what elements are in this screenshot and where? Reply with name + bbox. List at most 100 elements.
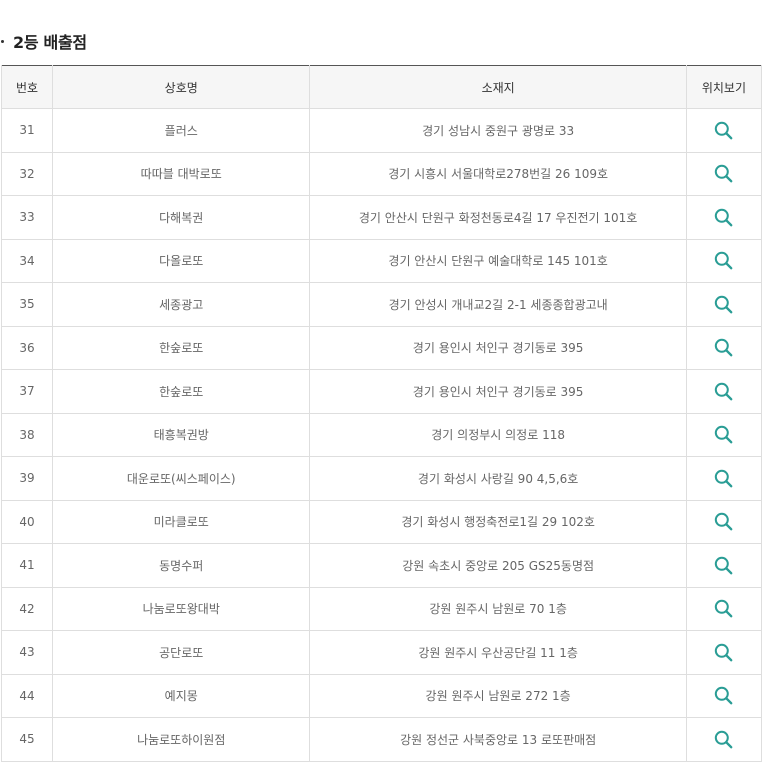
row-store-name: 한숲로또 bbox=[52, 325, 311, 370]
row-number: 36 bbox=[0, 325, 54, 370]
row-number: 45 bbox=[0, 717, 54, 762]
table-row: 38 태흥복권방 경기 의정부시 의정로 118 bbox=[0, 412, 763, 457]
row-store-name: 다해복권 bbox=[52, 195, 311, 240]
row-store-name: 한숲로또 bbox=[52, 369, 311, 414]
view-location-button[interactable] bbox=[711, 552, 737, 578]
view-location-button[interactable] bbox=[711, 117, 737, 143]
table-header-row: 번호 상호명 소재지 위치보기 bbox=[0, 65, 763, 109]
search-icon bbox=[715, 469, 733, 488]
table-row: 44 예지몽 강원 원주시 남원로 272 1층 bbox=[0, 673, 763, 718]
row-number: 34 bbox=[0, 238, 54, 283]
row-store-name: 대운로또(씨스페이스) bbox=[52, 456, 311, 501]
table-row: 33 다해복권 경기 안산시 단원구 화정천동로4길 17 우진전기 101호 bbox=[0, 195, 763, 240]
row-store-name: 다올로또 bbox=[52, 238, 311, 283]
row-number: 38 bbox=[0, 412, 54, 457]
view-location-button[interactable] bbox=[711, 248, 737, 274]
row-store-name: 플러스 bbox=[52, 108, 311, 153]
header-number: 번호 bbox=[0, 65, 54, 109]
row-location-cell bbox=[685, 238, 763, 283]
table-row: 32 따따블 대박로또 경기 시흥시 서울대학로278번길 26 109호 bbox=[0, 151, 763, 196]
view-location-button[interactable] bbox=[711, 378, 737, 404]
view-location-button[interactable] bbox=[711, 596, 737, 622]
search-icon bbox=[715, 730, 733, 749]
row-store-name: 공단로또 bbox=[52, 630, 311, 675]
row-store-name: 나눔로또하이원점 bbox=[52, 717, 311, 762]
section-title: 2등 배출점 bbox=[13, 33, 87, 52]
row-address: 경기 의정부시 의정로 118 bbox=[309, 412, 687, 457]
search-icon bbox=[715, 643, 733, 662]
table-row: 34 다올로또 경기 안산시 단원구 예술대학로 145 101호 bbox=[0, 238, 763, 283]
row-address: 경기 화성시 행정축전로1길 29 102호 bbox=[309, 499, 687, 544]
row-store-name: 따따블 대박로또 bbox=[52, 151, 311, 196]
row-address: 강원 원주시 남원로 70 1층 bbox=[309, 586, 687, 631]
table-row: 31 플러스 경기 성남시 중원구 광명로 33 bbox=[0, 108, 763, 153]
row-location-cell bbox=[685, 325, 763, 370]
view-location-button[interactable] bbox=[711, 161, 737, 187]
row-number: 35 bbox=[0, 282, 54, 327]
row-number: 42 bbox=[0, 586, 54, 631]
row-location-cell bbox=[685, 456, 763, 501]
row-location-cell bbox=[685, 195, 763, 240]
table-row: 35 세종광고 경기 안성시 개내교2길 2-1 세종종합광고내 bbox=[0, 282, 763, 327]
row-address: 경기 용인시 처인구 경기동로 395 bbox=[309, 369, 687, 414]
row-location-cell bbox=[685, 717, 763, 762]
row-number: 43 bbox=[0, 630, 54, 675]
table-row: 42 나눔로또왕대박 강원 원주시 남원로 70 1층 bbox=[0, 586, 763, 631]
row-location-cell bbox=[685, 499, 763, 544]
search-icon bbox=[715, 426, 733, 444]
view-location-button[interactable] bbox=[711, 683, 737, 709]
row-number: 32 bbox=[0, 151, 54, 196]
header-store-name: 상호명 bbox=[52, 65, 311, 109]
row-address: 경기 용인시 처인구 경기동로 395 bbox=[309, 325, 687, 370]
row-location-cell bbox=[685, 108, 763, 153]
search-icon bbox=[715, 513, 733, 531]
search-icon bbox=[715, 339, 733, 357]
row-number: 41 bbox=[0, 543, 54, 588]
row-address: 강원 속초시 중앙로 205 GS25동명점 bbox=[309, 543, 687, 588]
row-location-cell bbox=[685, 630, 763, 675]
row-address: 강원 원주시 남원로 272 1층 bbox=[309, 673, 687, 718]
row-number: 40 bbox=[0, 499, 54, 544]
view-location-button[interactable] bbox=[711, 422, 737, 448]
view-location-button[interactable] bbox=[711, 335, 737, 361]
row-location-cell bbox=[685, 673, 763, 718]
row-number: 44 bbox=[0, 673, 54, 718]
row-store-name: 세종광고 bbox=[52, 282, 311, 327]
row-address: 경기 시흥시 서울대학로278번길 26 109호 bbox=[309, 151, 687, 196]
table-row: 43 공단로또 강원 원주시 우산공단길 11 1층 bbox=[0, 630, 763, 675]
row-address: 경기 성남시 중원구 광명로 33 bbox=[309, 108, 687, 153]
row-address: 강원 정선군 사북중앙로 13 로또판매점 bbox=[309, 717, 687, 762]
view-location-button[interactable] bbox=[711, 639, 737, 665]
row-location-cell bbox=[685, 369, 763, 414]
row-number: 37 bbox=[0, 369, 54, 414]
table-row: 41 동명수퍼 강원 속초시 중앙로 205 GS25동명점 bbox=[0, 543, 763, 588]
row-number: 33 bbox=[0, 195, 54, 240]
row-address: 경기 안산시 단원구 예술대학로 145 101호 bbox=[309, 238, 687, 283]
search-icon bbox=[715, 208, 733, 227]
row-address: 강원 원주시 우산공단길 11 1층 bbox=[309, 630, 687, 675]
search-icon bbox=[715, 687, 733, 705]
view-location-button[interactable] bbox=[711, 291, 737, 317]
table-row: 45 나눔로또하이원점 강원 정선군 사북중앙로 13 로또판매점 bbox=[0, 717, 763, 762]
row-location-cell bbox=[685, 282, 763, 327]
search-icon bbox=[715, 556, 733, 575]
row-address: 경기 화성시 사랑길 90 4,5,6호 bbox=[309, 456, 687, 501]
table-body: 31 플러스 경기 성남시 중원구 광명로 33 32 따따블 대박로또 경기 시흥시 서… bbox=[0, 108, 763, 762]
row-address: 경기 안성시 개내교2길 2-1 세종종합광고내 bbox=[309, 282, 687, 327]
table-row: 37 한숲로또 경기 용인시 처인구 경기동로 395 bbox=[0, 369, 763, 414]
view-location-button[interactable] bbox=[711, 465, 737, 491]
search-icon bbox=[715, 382, 733, 401]
view-location-button[interactable] bbox=[711, 509, 737, 535]
view-location-button[interactable] bbox=[711, 726, 737, 752]
view-location-button[interactable] bbox=[711, 204, 737, 230]
search-icon bbox=[715, 252, 733, 270]
row-number: 39 bbox=[0, 456, 54, 501]
search-icon bbox=[715, 600, 733, 618]
row-store-name: 미라클로또 bbox=[52, 499, 311, 544]
search-icon bbox=[715, 165, 733, 183]
row-store-name: 나눔로또왕대박 bbox=[52, 586, 311, 631]
table-row: 39 대운로또(씨스페이스) 경기 화성시 사랑길 90 4,5,6호 bbox=[0, 456, 763, 501]
table-row: 40 미라클로또 경기 화성시 행정축전로1길 29 102호 bbox=[0, 499, 763, 544]
row-location-cell bbox=[685, 412, 763, 457]
search-icon bbox=[715, 295, 733, 314]
